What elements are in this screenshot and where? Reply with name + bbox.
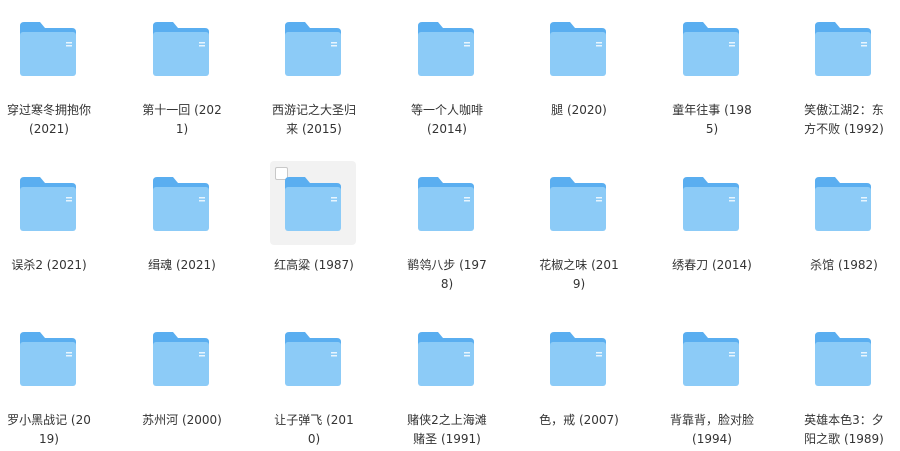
folder-item[interactable]: 苏州河 (2000) (126, 316, 238, 451)
folder-tile[interactable] (270, 161, 356, 245)
folder-item[interactable]: 第十一回 (2021) (126, 6, 238, 156)
folder-item[interactable]: 红高粱 (1987) (258, 161, 370, 311)
folder-icon (550, 332, 606, 386)
folder-item[interactable]: 英雄本色3：夕阳之歌 (1989) (788, 316, 900, 451)
folder-icon (153, 332, 209, 386)
folder-item[interactable]: 让子弹飞 (2010) (258, 316, 370, 451)
folder-name: 英雄本色3：夕阳之歌 (1989) (804, 413, 884, 446)
folder-name: 背靠背，脸对脸 (1994) (669, 413, 754, 446)
folder-icon (815, 22, 871, 76)
folder-name: 红高粱 (1987) (274, 258, 354, 272)
folder-icon (20, 177, 76, 231)
folder-name: 花椒之味 (2019) (539, 258, 619, 291)
folder-item[interactable]: 花椒之味 (2019) (523, 161, 635, 311)
folder-icon (815, 177, 871, 231)
folder-item[interactable]: 误杀2 (2021) (0, 161, 105, 311)
folder-name: 苏州河 (2000) (142, 413, 222, 427)
folder-tile[interactable] (5, 161, 91, 245)
folder-item[interactable]: 缉魂 (2021) (126, 161, 238, 311)
folder-tile[interactable] (138, 161, 224, 245)
folder-name: 缉魂 (2021) (148, 258, 216, 272)
folder-icon (285, 22, 341, 76)
folder-name: 童年往事 (1985) (672, 103, 752, 136)
folder-icon (683, 22, 739, 76)
folder-item[interactable]: 罗小黑战记 (2019) (0, 316, 105, 451)
folder-name: 让子弹飞 (2010) (274, 413, 354, 446)
folder-tile[interactable] (535, 6, 621, 90)
folder-icon (285, 177, 341, 231)
folder-tile[interactable] (800, 6, 886, 90)
folder-item[interactable]: 等一个人咖啡 (2014) (391, 6, 503, 156)
folder-item[interactable]: 背靠背，脸对脸 (1994) (656, 316, 768, 451)
folder-icon (20, 332, 76, 386)
folder-item[interactable]: 杀馆 (1982) (788, 161, 900, 311)
folder-item[interactable]: 赌侠2之上海滩赌圣 (1991) (391, 316, 503, 451)
folder-name: 绣春刀 (2014) (672, 258, 752, 272)
folder-tile[interactable] (403, 161, 489, 245)
folder-name: 穿过寒冬拥抱你 (2021) (6, 103, 91, 136)
folder-name: 腿 (2020) (551, 103, 607, 117)
folder-item[interactable]: 鹡鸰八步 (1978) (391, 161, 503, 311)
folder-item[interactable]: 穿过寒冬拥抱你 (2021) (0, 6, 105, 156)
folder-item[interactable]: 色，戒 (2007) (523, 316, 635, 451)
folder-tile[interactable] (403, 316, 489, 400)
folder-icon (815, 332, 871, 386)
folder-tile[interactable] (535, 161, 621, 245)
folder-icon (418, 22, 474, 76)
folder-item[interactable]: 笑傲江湖2：东方不败 (1992) (788, 6, 900, 156)
folder-tile[interactable] (270, 316, 356, 400)
folder-icon (153, 177, 209, 231)
folder-tile[interactable] (138, 6, 224, 90)
folder-icon (550, 22, 606, 76)
folder-icon (153, 22, 209, 76)
folder-name: 第十一回 (2021) (142, 103, 222, 136)
folder-icon (550, 177, 606, 231)
folder-item[interactable]: 绣春刀 (2014) (656, 161, 768, 311)
folder-name: 等一个人咖啡 (2014) (410, 103, 483, 136)
folder-name: 鹡鸰八步 (1978) (407, 258, 487, 291)
folder-name: 杀馆 (1982) (810, 258, 878, 272)
folder-grid: 穿过寒冬拥抱你 (2021) 第十一回 (2021) 西游记之大圣归来 (201… (0, 0, 900, 451)
folder-icon (285, 332, 341, 386)
folder-name: 误杀2 (2021) (11, 258, 87, 272)
folder-icon (683, 332, 739, 386)
folder-tile[interactable] (535, 316, 621, 400)
folder-icon (20, 22, 76, 76)
folder-name: 罗小黑战记 (2019) (7, 413, 91, 446)
folder-name: 赌侠2之上海滩赌圣 (1991) (407, 413, 487, 446)
folder-tile[interactable] (5, 316, 91, 400)
folder-tile[interactable] (5, 6, 91, 90)
folder-name: 西游记之大圣归来 (2015) (271, 103, 356, 136)
folder-icon (418, 332, 474, 386)
folder-icon (418, 177, 474, 231)
folder-tile[interactable] (403, 6, 489, 90)
folder-name: 笑傲江湖2：东方不败 (1992) (804, 103, 884, 136)
folder-tile[interactable] (668, 6, 754, 90)
folder-name: 色，戒 (2007) (539, 413, 619, 427)
folder-tile[interactable] (668, 316, 754, 400)
folder-tile[interactable] (138, 316, 224, 400)
folder-tile[interactable] (800, 316, 886, 400)
folder-item[interactable]: 西游记之大圣归来 (2015) (258, 6, 370, 156)
folder-icon (683, 177, 739, 231)
folder-tile[interactable] (800, 161, 886, 245)
folder-item[interactable]: 童年往事 (1985) (656, 6, 768, 156)
folder-tile[interactable] (270, 6, 356, 90)
folder-item[interactable]: 腿 (2020) (523, 6, 635, 156)
folder-tile[interactable] (668, 161, 754, 245)
